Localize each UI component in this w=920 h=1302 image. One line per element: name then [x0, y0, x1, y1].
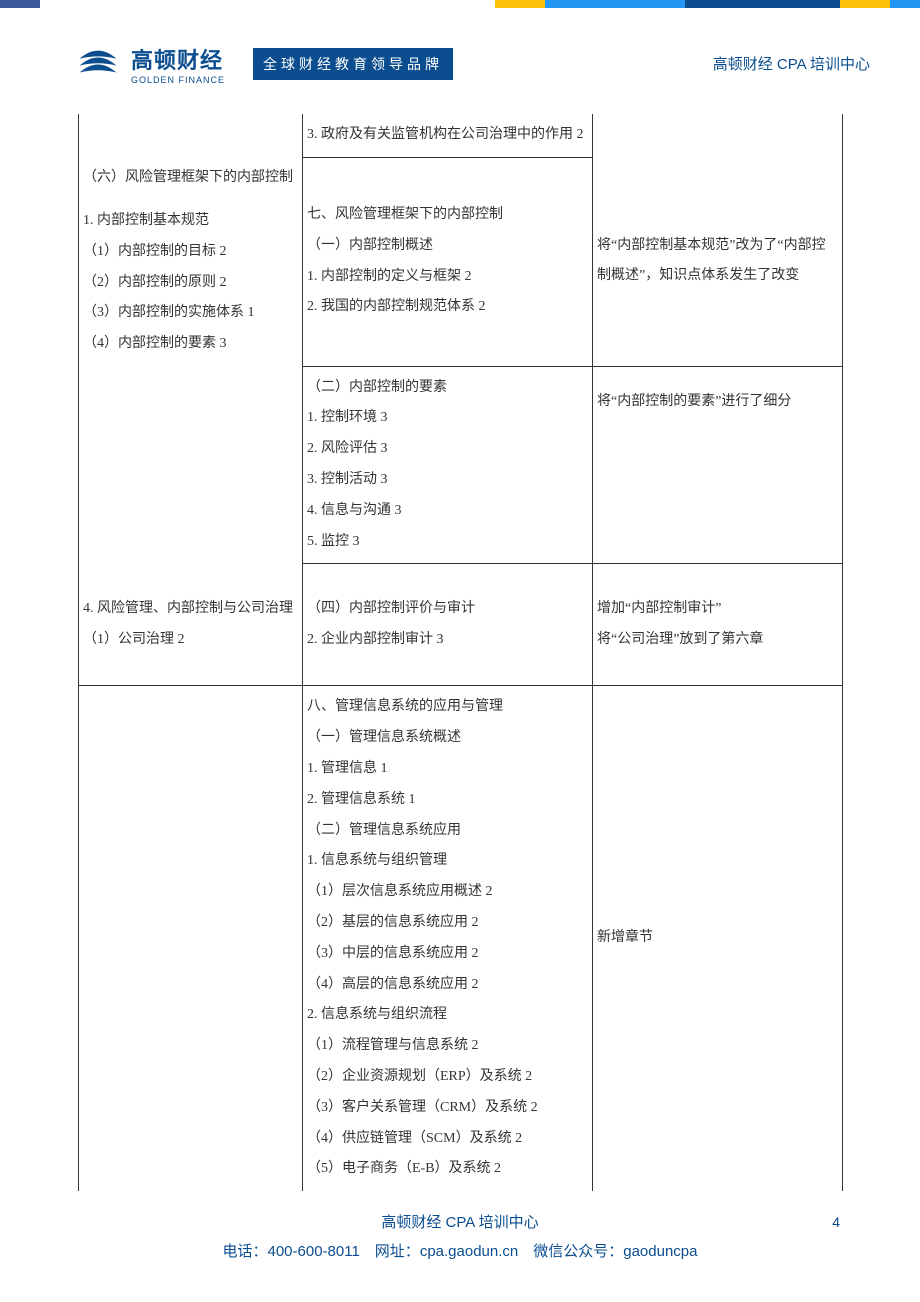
text-line: 八、管理信息系统的应用与管理: [307, 692, 588, 723]
text-line: （二）内部控制的要素: [307, 373, 588, 404]
footer-wechat: 微信公众号：gaoduncpa: [518, 1243, 697, 1260]
page-footer: 高顿财经 CPA 培训中心 电话：400-600-8011 网址：cpa.gao…: [0, 1191, 920, 1266]
cell: 1. 内部控制基本规范 （1）内部控制的目标 2 （2）内部控制的原则 2 （3…: [79, 200, 303, 366]
text-line: 3. 控制活动 3: [307, 465, 588, 496]
tagline-badge: 全球财经教育领导品牌: [253, 48, 453, 80]
text-line: （3）客户关系管理（CRM）及系统 2: [307, 1093, 588, 1124]
comparison-table: 3. 政府及有关监管机构在公司治理中的作用 2 （六）风险管理框架下的内部控制 …: [78, 114, 843, 1191]
cell: 4. 风险管理、内部控制与公司治理 （1）公司治理 2: [79, 564, 303, 686]
footer-url: cpa.gaodun.cn: [420, 1243, 518, 1260]
text-line: （1）公司治理 2: [83, 625, 298, 656]
text-line: （二）管理信息系统应用: [307, 816, 588, 847]
logo-icon: [75, 38, 121, 89]
text-line: 4. 信息与沟通 3: [307, 496, 588, 527]
text-line: 2. 风险评估 3: [307, 434, 588, 465]
cell: （四）内部控制评价与审计 2. 企业内部控制审计 3: [303, 564, 593, 686]
text-line: （一）管理信息系统概述: [307, 723, 588, 754]
text-line: （1）内部控制的目标 2: [83, 237, 298, 268]
table-row: 3. 政府及有关监管机构在公司治理中的作用 2: [79, 114, 843, 157]
text-line: （一）内部控制概述: [307, 231, 588, 262]
cell: 增加“内部控制审计” 将“公司治理”放到了第六章: [593, 564, 843, 686]
table-row: 八、管理信息系统的应用与管理 （一）管理信息系统概述 1. 管理信息 1 2. …: [79, 686, 843, 1191]
text-line: 2. 管理信息系统 1: [307, 785, 588, 816]
page-number: 4: [832, 1209, 840, 1236]
text-line: 将“公司治理”放到了第六章: [597, 625, 838, 656]
top-color-bars: [0, 0, 920, 8]
text-line: 2. 我国的内部控制规范体系 2: [307, 292, 588, 323]
cell: 新增章节: [593, 686, 843, 1191]
header-right-text: 高顿财经 CPA 培训中心: [713, 53, 870, 74]
text-line: 2. 信息系统与组织流程: [307, 1000, 588, 1031]
cell: （六）风险管理框架下的内部控制: [79, 157, 303, 200]
cell: [79, 686, 303, 1191]
cell: [79, 366, 303, 564]
text-line: 5. 监控 3: [307, 527, 588, 558]
text-line: 3. 政府及有关监管机构在公司治理中的作用 2: [307, 120, 588, 151]
footer-contact: 电话：400-600-8011 网址：cpa.gaodun.cn 微信公众号：g…: [0, 1238, 920, 1267]
cell: 七、风险管理框架下的内部控制 （一）内部控制概述 1. 内部控制的定义与框架 2…: [303, 157, 593, 366]
cell: 3. 政府及有关监管机构在公司治理中的作用 2: [303, 114, 593, 157]
text-line: 2. 企业内部控制审计 3: [307, 625, 588, 656]
footer-title: 高顿财经 CPA 培训中心: [0, 1209, 920, 1238]
text-line: （3）内部控制的实施体系 1: [83, 298, 298, 329]
cell: 八、管理信息系统的应用与管理 （一）管理信息系统概述 1. 管理信息 1 2. …: [303, 686, 593, 1191]
text-line: 将“内部控制的要素”进行了细分: [597, 387, 838, 418]
logo-cn-text: 高顿财经: [131, 43, 225, 75]
cell: 将“内部控制基本规范”改为了“内部控制概述”，知识点体系发生了改变: [593, 157, 843, 366]
text-line: （2）企业资源规划（ERP）及系统 2: [307, 1062, 588, 1093]
text-line: （2）基层的信息系统应用 2: [307, 908, 588, 939]
logo-en-text: GOLDEN FINANCE: [131, 75, 225, 85]
main-content: 3. 政府及有关监管机构在公司治理中的作用 2 （六）风险管理框架下的内部控制 …: [0, 114, 920, 1191]
text-line: 1. 控制环境 3: [307, 403, 588, 434]
text-line: （六）风险管理框架下的内部控制: [83, 163, 298, 194]
text-line: （2）内部控制的原则 2: [83, 268, 298, 299]
text-line: 新增章节: [597, 923, 838, 954]
table-row: （六）风险管理框架下的内部控制 七、风险管理框架下的内部控制 （一）内部控制概述…: [79, 157, 843, 200]
text-line: （1）流程管理与信息系统 2: [307, 1031, 588, 1062]
text-line: （1）层次信息系统应用概述 2: [307, 877, 588, 908]
table-row: （二）内部控制的要素 1. 控制环境 3 2. 风险评估 3 3. 控制活动 3…: [79, 366, 843, 564]
cell: 将“内部控制的要素”进行了细分: [593, 366, 843, 564]
footer-phone-label: 电话：400-600-8011 网址：: [223, 1243, 420, 1260]
text-line: 增加“内部控制审计”: [597, 594, 838, 625]
text-line: 1. 信息系统与组织管理: [307, 846, 588, 877]
page-header: 高顿财经 GOLDEN FINANCE 全球财经教育领导品牌 高顿财经 CPA …: [0, 8, 920, 114]
text-line: （5）电子商务（E-B）及系统 2: [307, 1154, 588, 1185]
text-line: （3）中层的信息系统应用 2: [307, 939, 588, 970]
cell: [593, 114, 843, 157]
table-row: 4. 风险管理、内部控制与公司治理 （1）公司治理 2 （四）内部控制评价与审计…: [79, 564, 843, 686]
text-line: （4）供应链管理（SCM）及系统 2: [307, 1124, 588, 1155]
text-line: 1. 管理信息 1: [307, 754, 588, 785]
cell: [79, 114, 303, 157]
text-line: 1. 内部控制基本规范: [83, 206, 298, 237]
text-line: 七、风险管理框架下的内部控制: [307, 200, 588, 231]
text-line: （4）高层的信息系统应用 2: [307, 970, 588, 1001]
text-line: 1. 内部控制的定义与框架 2: [307, 262, 588, 293]
text-line: （四）内部控制评价与审计: [307, 594, 588, 625]
text-line: 4. 风险管理、内部控制与公司治理: [83, 594, 298, 625]
text-line: （4）内部控制的要素 3: [83, 329, 298, 360]
text-line: 将“内部控制基本规范”改为了“内部控制概述”，知识点体系发生了改变: [597, 231, 838, 293]
logo-block: 高顿财经 GOLDEN FINANCE 全球财经教育领导品牌: [75, 38, 453, 89]
cell: （二）内部控制的要素 1. 控制环境 3 2. 风险评估 3 3. 控制活动 3…: [303, 366, 593, 564]
